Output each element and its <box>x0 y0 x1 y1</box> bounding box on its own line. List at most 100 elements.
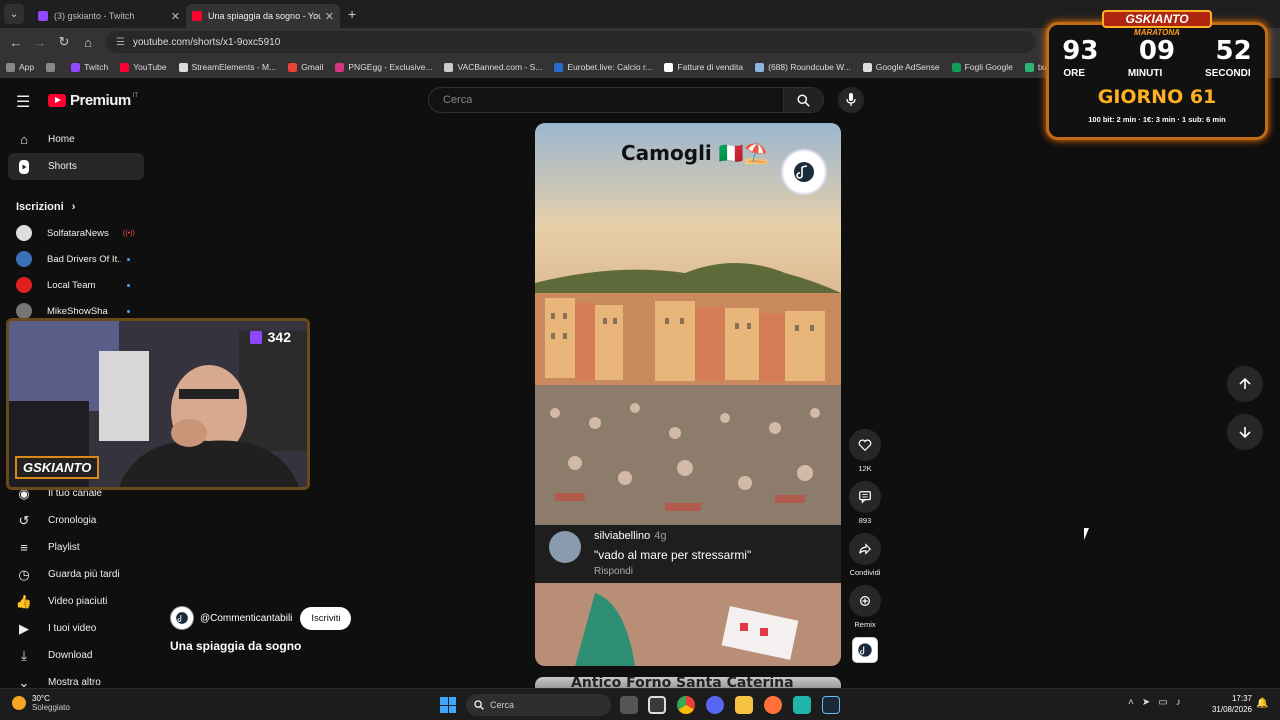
bookmark-label: Fogli Google <box>964 62 1013 72</box>
back-icon[interactable]: ← <box>4 35 28 50</box>
bookmark-item[interactable]: Fogli Google <box>951 62 1013 72</box>
twitch-favicon-icon <box>38 11 48 21</box>
close-icon[interactable]: ✕ <box>325 10 334 23</box>
bookmark-icon <box>554 62 564 72</box>
bookmark-item[interactable]: Google AdSense <box>862 62 940 72</box>
previous-short-button[interactable] <box>1227 366 1263 402</box>
subscription-name: MikeShowSha <box>47 305 108 317</box>
subscription-name: SolfataraNews <box>47 227 109 239</box>
subscription-name: Bad Drivers Of It... <box>47 253 121 265</box>
comment-user: silviabellino 4g <box>594 530 667 542</box>
voice-search-button[interactable] <box>838 87 864 113</box>
subscription-item[interactable]: SolfataraNews ((•)) <box>0 220 152 246</box>
youtube-logo[interactable]: Premium IT <box>48 92 138 109</box>
timer-rules: 100 bit: 2 min · 1€: 3 min · 1 sub: 6 mi… <box>1088 115 1226 124</box>
sidebar-item-playlist[interactable]: ≡ Playlist <box>0 534 144 561</box>
playlist-icon: ≡ <box>20 540 28 555</box>
bookmark-icon <box>664 62 674 72</box>
volume-icon[interactable]: ♪ <box>1176 697 1181 708</box>
taskbar: 30°C Soleggiato Cerca ˄ ➤ ▭ ♪ 17:37 31/0… <box>0 688 1280 720</box>
logo-text: Premium <box>70 92 131 109</box>
network-icon[interactable]: ▭ <box>1158 697 1167 708</box>
arrow-down-icon <box>1239 427 1251 439</box>
firefox-icon[interactable] <box>764 696 782 714</box>
channel-name[interactable]: @Commenticantabili <box>200 613 292 624</box>
bookmark-item[interactable] <box>46 62 59 72</box>
close-icon[interactable]: ✕ <box>171 10 180 23</box>
action-label: 12K <box>858 464 872 473</box>
like-icon[interactable] <box>849 429 881 461</box>
like-icon: 👍 <box>15 593 33 609</box>
bookmark-item[interactable]: PNGEgg - Exclusive... <box>335 62 432 72</box>
tab-twitch[interactable]: (3) gskianto - Twitch ✕ <box>32 4 186 28</box>
avatar <box>16 303 32 319</box>
overlay-title: Camogli 🇮🇹⛱️ <box>621 141 769 165</box>
subscriptions-header[interactable]: Iscrizioni › <box>0 194 152 220</box>
search-input[interactable]: Cerca <box>429 94 783 106</box>
bookmark-item[interactable]: (688) Roundcube W... <box>755 62 851 72</box>
share-icon[interactable] <box>849 533 881 565</box>
new-tab-icon[interactable]: + <box>348 6 356 22</box>
bookmark-item[interactable]: YouTube <box>120 62 167 72</box>
bookmark-label: Gmail <box>301 62 324 72</box>
sidebar-item-your-videos[interactable]: ▶ I tuoi video <box>0 615 144 642</box>
address-bar[interactable]: ☰ youtube.com/shorts/x1-9oxc5910 <box>106 31 1036 53</box>
bookmark-item[interactable]: Fatture di vendita <box>664 62 743 72</box>
tab-search-button[interactable]: ⌄ <box>4 4 24 24</box>
bookmark-item[interactable]: App <box>6 62 34 72</box>
sidebar-item-label: Guarda più tardi <box>48 569 120 580</box>
bookmark-label: YouTube <box>133 62 167 72</box>
next-short-button[interactable] <box>1227 414 1263 450</box>
short-player[interactable]: Camogli 🇮🇹⛱️ silviabellino 4g "vado al ma… <box>535 123 841 666</box>
sidebar-item-home[interactable]: ⌂ Home <box>0 126 144 153</box>
you-section: ◉ Il tuo canale ↺ Cronologia ≡ Playlist ◷ Guard… <box>0 480 152 696</box>
bookmark-label: Eurobet.live: Calcio r... <box>567 62 653 72</box>
share-action: Condividi <box>848 533 882 577</box>
bookmark-item[interactable]: StreamElements - M... <box>178 62 276 72</box>
weather-widget[interactable]: 30°C Soleggiato <box>12 694 70 712</box>
bookmark-item[interactable]: Gmail <box>288 62 323 72</box>
comment-icon[interactable] <box>849 481 881 513</box>
forward-icon[interactable]: → <box>28 35 52 50</box>
reload-icon[interactable]: ↻ <box>52 34 76 50</box>
chevron-up-icon[interactable]: ˄ <box>1128 697 1134 708</box>
bookmark-item[interactable]: Eurobet.live: Calcio r... <box>554 62 652 72</box>
sidebar-item-download[interactable]: ⤓ Download <box>0 642 144 669</box>
sidebar-item-shorts[interactable]: Shorts <box>8 153 144 180</box>
file-explorer-icon[interactable] <box>735 696 753 714</box>
search-icon <box>474 700 484 710</box>
sidebar-item-like[interactable]: 👍 Video piaciuti <box>0 588 144 615</box>
avatar[interactable] <box>170 606 194 630</box>
app-icon[interactable] <box>793 696 811 714</box>
subscription-item[interactable]: Local Team <box>0 272 152 298</box>
notification-icon[interactable]: 🔔 <box>1256 698 1268 709</box>
clock[interactable]: 17:37 31/08/2026 <box>1206 693 1252 715</box>
subscribe-button[interactable]: Iscriviti <box>300 606 352 630</box>
bookmark-icon <box>862 62 872 72</box>
task-view-icon[interactable] <box>620 696 638 714</box>
taskbar-search[interactable]: Cerca <box>466 694 611 716</box>
steam-icon[interactable] <box>822 696 840 714</box>
sidebar-item-label: Mostra altro <box>48 677 101 688</box>
remix-icon[interactable] <box>849 585 881 617</box>
search-button[interactable] <box>783 88 823 112</box>
windows-start-icon[interactable] <box>440 697 456 713</box>
tab-title: (3) gskianto - Twitch <box>54 11 135 21</box>
subscription-item[interactable]: Bad Drivers Of It... <box>0 246 152 272</box>
bookmark-item[interactable]: Twitch <box>71 62 108 72</box>
discord-icon[interactable] <box>706 696 724 714</box>
location-icon[interactable]: ➤ <box>1142 697 1150 708</box>
chrome-icon[interactable] <box>677 696 695 714</box>
store-icon[interactable] <box>648 696 666 714</box>
tab-youtube[interactable]: Una spiaggia da sogno - YouTu ✕ <box>186 4 340 28</box>
bookmark-icon <box>951 62 961 72</box>
site-info-icon[interactable]: ☰ <box>116 37 125 48</box>
sidebar-item-watch-later[interactable]: ◷ Guarda più tardi <box>0 561 144 588</box>
video-title[interactable]: Una spiaggia da sogno <box>170 639 301 653</box>
menu-icon[interactable]: ☰ <box>16 92 30 112</box>
home-icon[interactable]: ⌂ <box>76 35 100 50</box>
sound-thumbnail-icon[interactable] <box>852 637 878 663</box>
sidebar-item-history[interactable]: ↺ Cronologia <box>0 507 144 534</box>
bookmark-item[interactable]: VACBanned.com - S... <box>444 62 542 72</box>
tab-title: Una spiaggia da sogno - YouTu <box>208 11 321 21</box>
